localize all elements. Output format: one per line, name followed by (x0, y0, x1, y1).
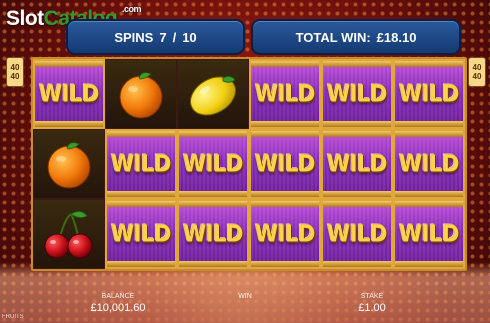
badge-right-bottom: 40 (472, 72, 482, 81)
logo-part1: Slot (6, 7, 44, 30)
wild-symbol-label: WILD (399, 80, 459, 108)
orange-icon (47, 142, 91, 189)
reel-cell-wild: WILD (321, 199, 393, 269)
reel-cell-wild: WILD (321, 59, 393, 129)
reel-cell-orange (105, 59, 177, 129)
reel-cell-lemon (177, 59, 249, 129)
spins-current: 7 (159, 29, 167, 45)
reel-cell-wild: WILD (393, 129, 465, 199)
ways-badge-left: 40 40 (6, 57, 24, 87)
reel-cell-wild: WILD (33, 59, 105, 129)
spins-counter: SPINS 7 / 10 (66, 19, 245, 55)
cherry-icon (44, 211, 93, 259)
spins-label: SPINS (114, 29, 154, 45)
lemon-icon (190, 76, 236, 116)
reel-cell-wild: WILD (249, 199, 321, 269)
wild-symbol-label: WILD (255, 150, 315, 178)
stake-label: STAKE (360, 293, 384, 300)
reel-cell-wild: WILD (249, 129, 321, 199)
badge-left-bottom: 40 (10, 72, 20, 81)
reel-cell-orange (33, 129, 105, 199)
balance-value: £10,001.60 (90, 302, 146, 314)
reel-cell-wild: WILD (105, 129, 177, 199)
reel-cell-wild: WILD (177, 199, 249, 269)
total-win-value: £18.10 (376, 29, 417, 45)
footer-bar: BALANCE £10,001.60 WIN STAKE £1.00 FRUIT… (0, 290, 490, 323)
wild-symbol-label: WILD (39, 80, 99, 108)
wild-symbol-label: WILD (255, 80, 315, 108)
stake-value: £1.00 (358, 302, 386, 314)
reel-cell-cherry (33, 199, 105, 269)
wild-symbol-label: WILD (399, 150, 459, 178)
reel-cell-wild: WILD (177, 129, 249, 199)
reel-cell-wild: WILD (393, 59, 465, 129)
badge-left-top: 40 (10, 63, 20, 72)
total-win-label: TOTAL WIN: (295, 29, 371, 45)
badge-right-top: 40 (472, 63, 482, 72)
wild-symbol-label: WILD (327, 150, 387, 178)
total-win-panel: TOTAL WIN: £18.10 (251, 19, 461, 55)
wild-symbol-label: WILD (399, 220, 459, 248)
wild-symbol-label: WILD (111, 150, 171, 178)
win-label: WIN (238, 293, 252, 300)
ways-badge-right: 40 40 (468, 57, 486, 87)
logo-suffix: .com (122, 4, 142, 14)
balance-label: BALANCE (101, 293, 135, 300)
spins-separator: / (172, 29, 177, 45)
corner-text: FRUITS (2, 314, 24, 320)
reel-cell-wild: WILD (393, 199, 465, 269)
wild-symbol-label: WILD (255, 220, 315, 248)
wild-symbol-label: WILD (183, 150, 243, 178)
spins-total: 10 (182, 29, 197, 45)
wild-symbol-label: WILD (183, 220, 243, 248)
reel-cell-wild: WILD (249, 59, 321, 129)
wild-symbol-label: WILD (327, 220, 387, 248)
wild-symbol-label: WILD (111, 220, 171, 248)
orange-icon (119, 72, 163, 119)
reel-cell-wild: WILD (321, 129, 393, 199)
reel-grid[interactable]: WILD WILD WILD WILD WILD WILD WILD WILD WILD WILD… (31, 57, 467, 271)
wild-symbol-label: WILD (327, 80, 387, 108)
reel-cell-wild: WILD (105, 199, 177, 269)
